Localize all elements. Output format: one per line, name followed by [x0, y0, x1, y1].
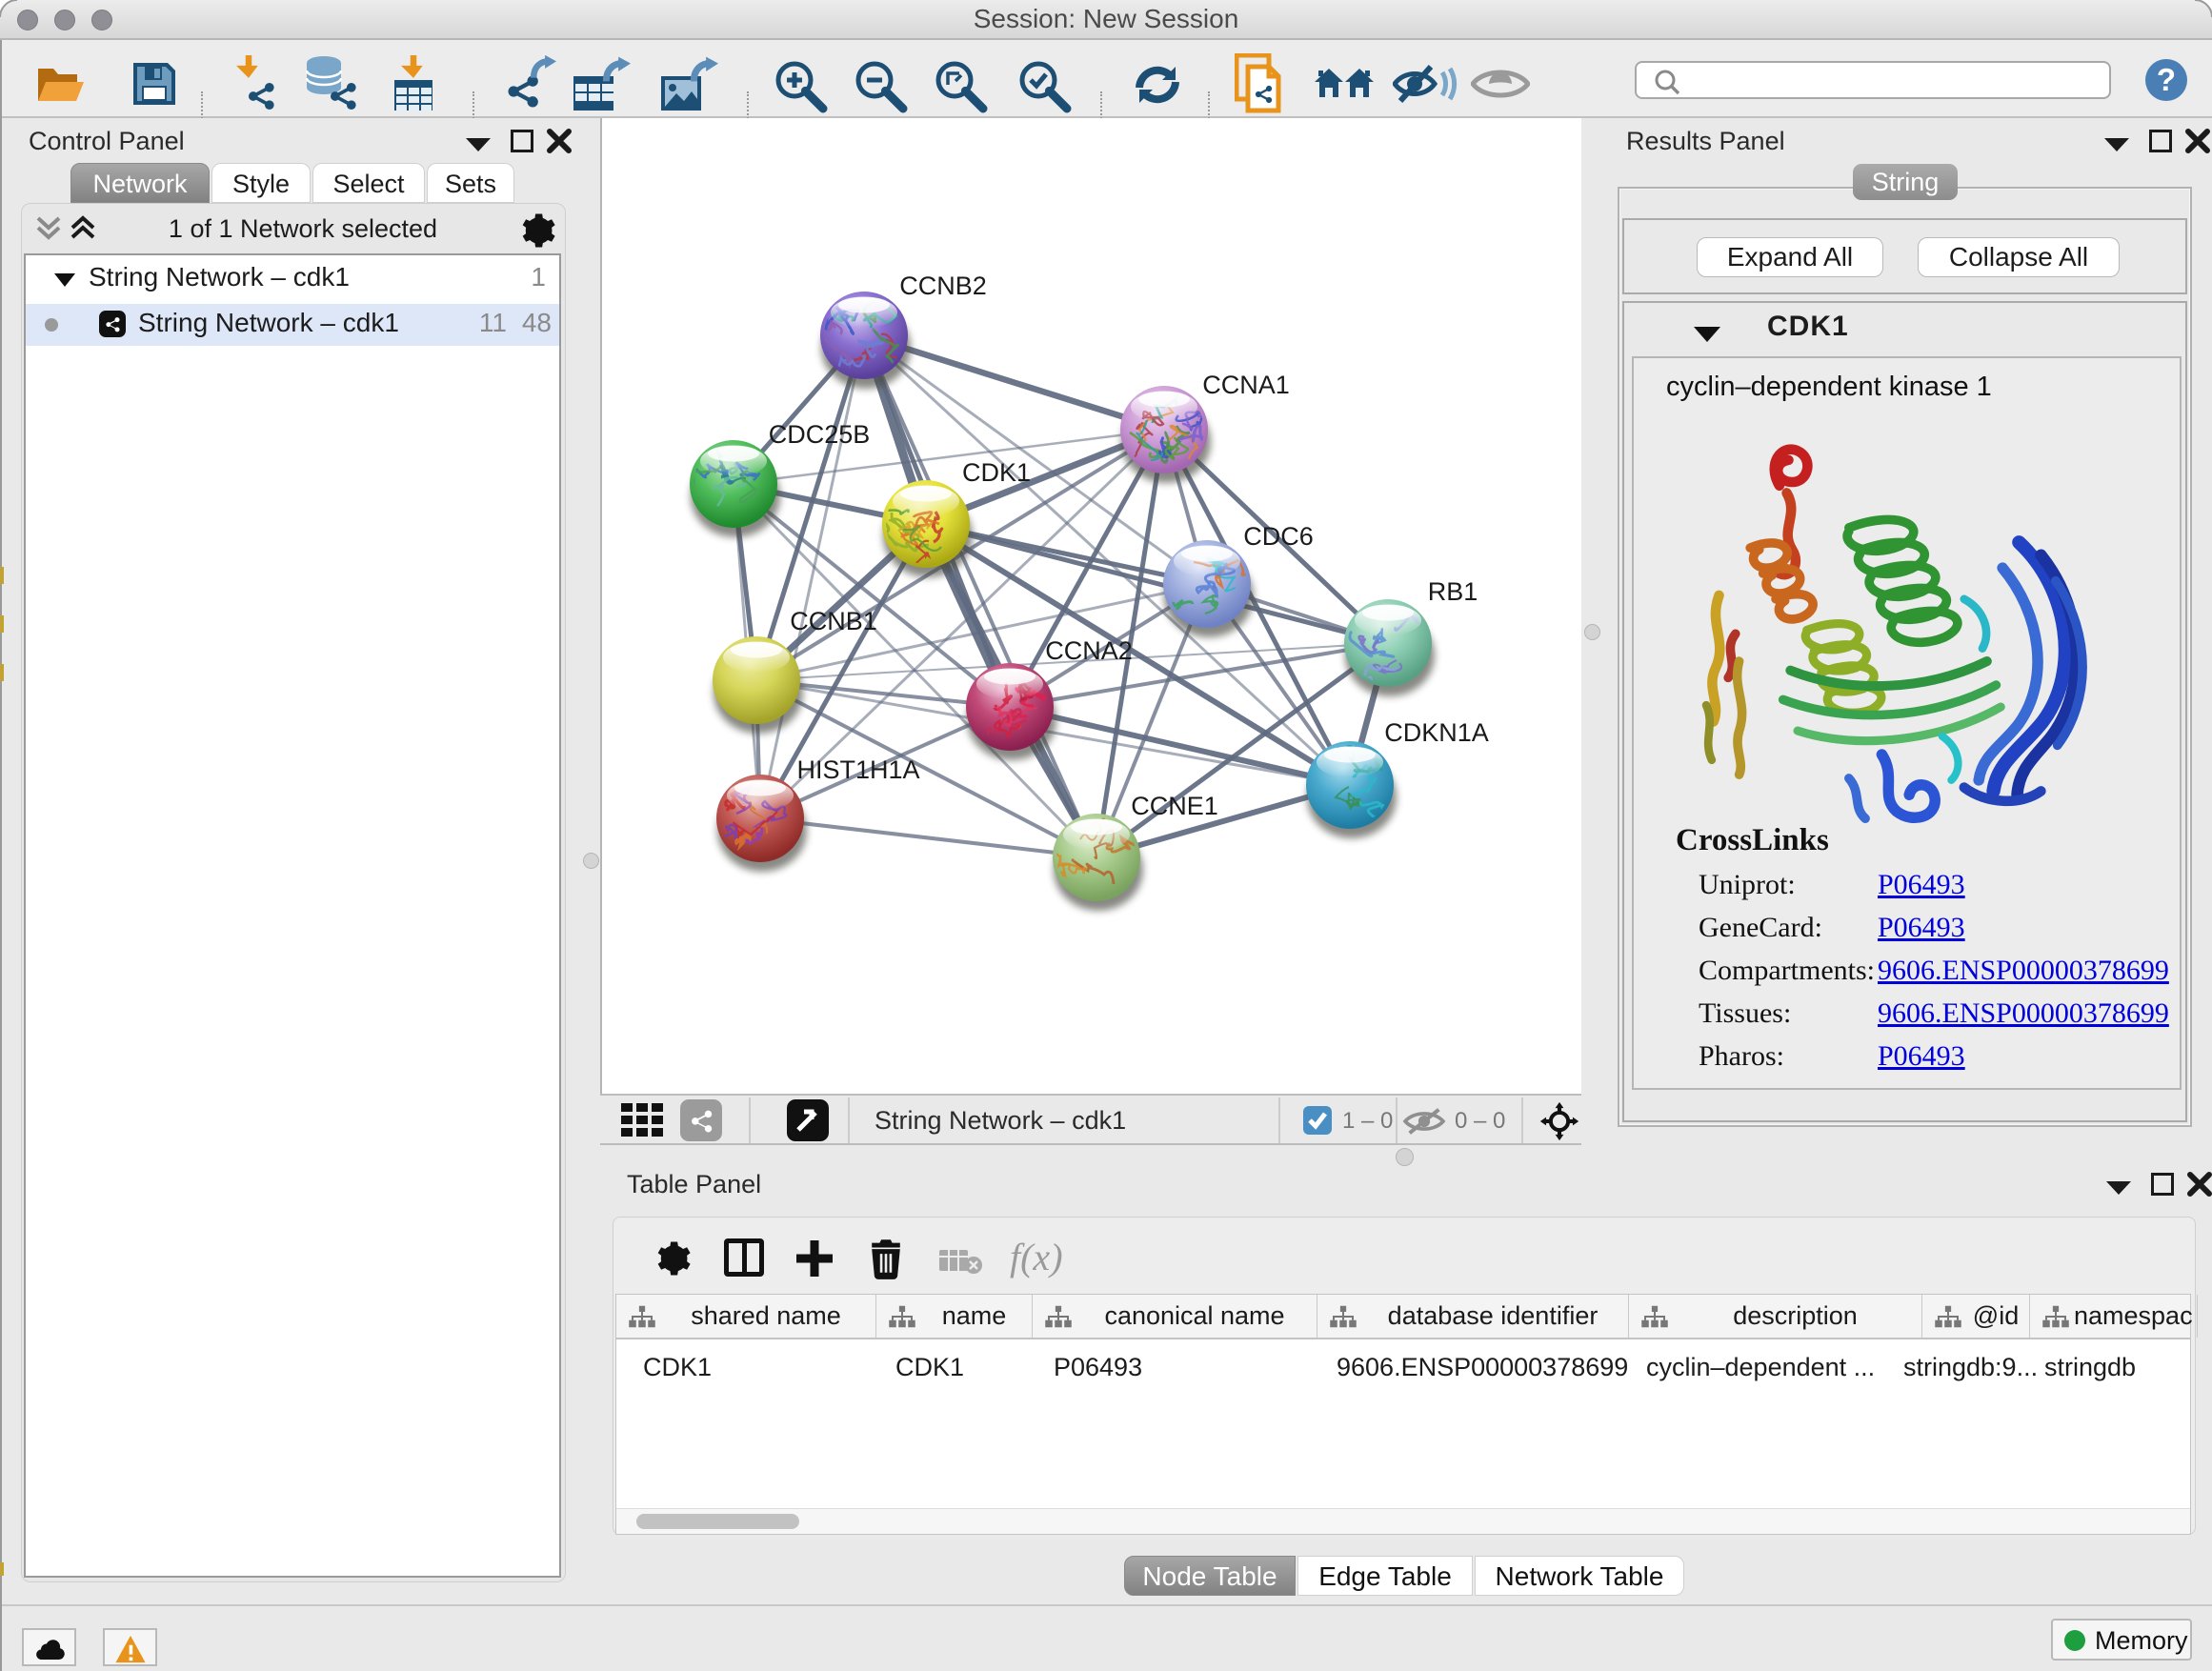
- svg-text:CCNA1: CCNA1: [1202, 371, 1290, 399]
- svg-text:CCNB1: CCNB1: [790, 607, 877, 635]
- svg-text:CDKN1A: CDKN1A: [1384, 718, 1489, 747]
- svg-text:CDK1: CDK1: [962, 458, 1031, 487]
- svg-text:HIST1H1A: HIST1H1A: [796, 755, 919, 784]
- svg-text:CDC25B: CDC25B: [769, 420, 871, 449]
- svg-text:CCNA2: CCNA2: [1045, 636, 1133, 665]
- svg-text:CCNB2: CCNB2: [899, 272, 987, 300]
- svg-text:RB1: RB1: [1428, 577, 1478, 606]
- svg-text:CCNE1: CCNE1: [1131, 792, 1218, 820]
- svg-text:CDC6: CDC6: [1243, 522, 1314, 551]
